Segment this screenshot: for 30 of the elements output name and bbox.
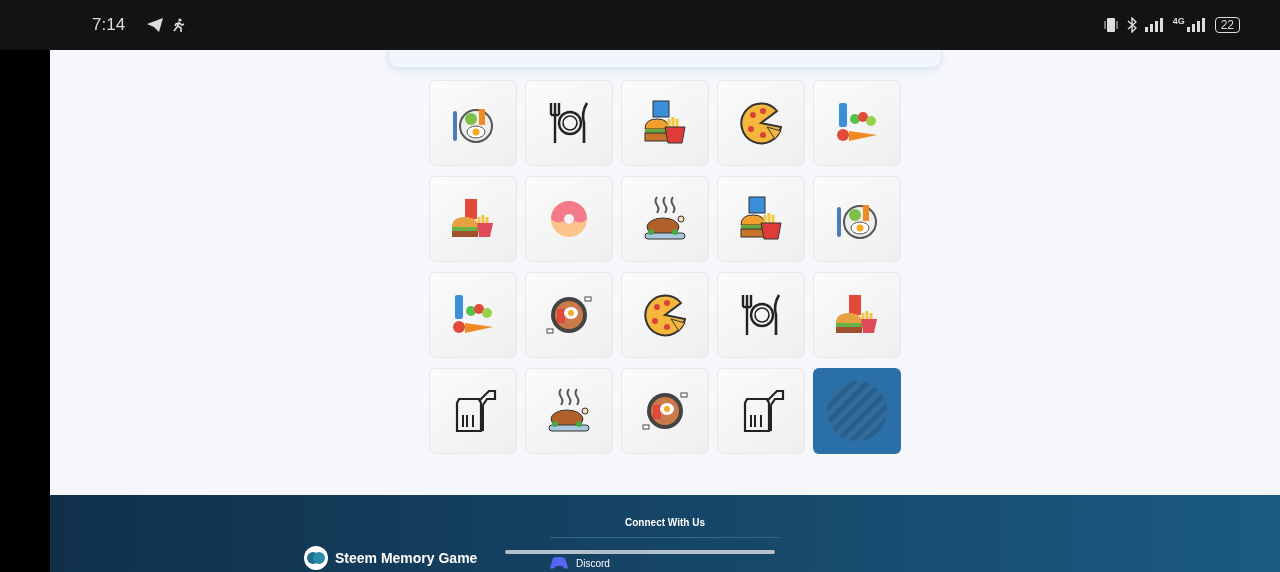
bluetooth-icon [1126,17,1137,33]
network-type: 4G [1172,16,1185,26]
game-controller-icon [550,556,568,570]
memory-card[interactable] [717,80,805,166]
battery-level: 22 [1214,17,1240,33]
pizza-icon [641,291,689,339]
vibrate-icon [1102,17,1119,33]
burger-and-fries-icon [737,195,785,243]
memory-card[interactable] [621,80,709,166]
striped-circle-icon [825,379,889,443]
memory-card[interactable] [621,368,709,454]
memory-card[interactable] [717,368,805,454]
memory-card[interactable] [525,80,613,166]
signal-icon [1186,18,1207,32]
burger-and-fries-icon [641,99,689,147]
roast-chicken-icon [545,387,593,435]
memory-card[interactable] [429,368,517,454]
memory-card[interactable] [621,272,709,358]
memory-card[interactable] [525,272,613,358]
running-person-icon [173,18,186,32]
pizza-icon [737,99,785,147]
memory-card[interactable] [717,176,805,262]
signal-icon [1144,18,1165,32]
brand-name: Steem Memory Game [335,550,478,566]
paper-plane-icon [147,18,164,32]
memory-card[interactable] [717,272,805,358]
discord-link[interactable]: Discord [550,556,610,570]
section-heading: Connect With Us [625,517,705,528]
roast-chicken-icon [641,195,689,243]
clock-time: 7:14 [92,15,126,35]
